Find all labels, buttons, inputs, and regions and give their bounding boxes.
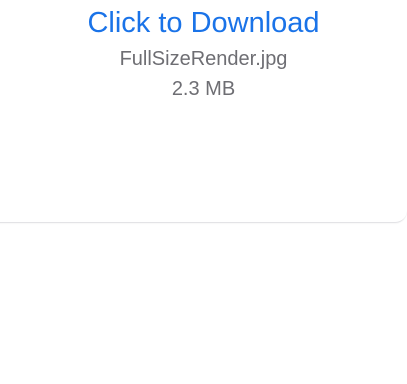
file-name: FullSizeRender.jpg bbox=[119, 48, 288, 70]
download-link[interactable]: Click to Download bbox=[0, 4, 407, 42]
file-size: 2.3 MB bbox=[171, 78, 236, 100]
attachment-info: Click to Download FullSizeRender.jpg 2.3… bbox=[0, 0, 407, 103]
attachment-page: Click to Download FullSizeRender.jpg 2.3… bbox=[0, 0, 407, 384]
